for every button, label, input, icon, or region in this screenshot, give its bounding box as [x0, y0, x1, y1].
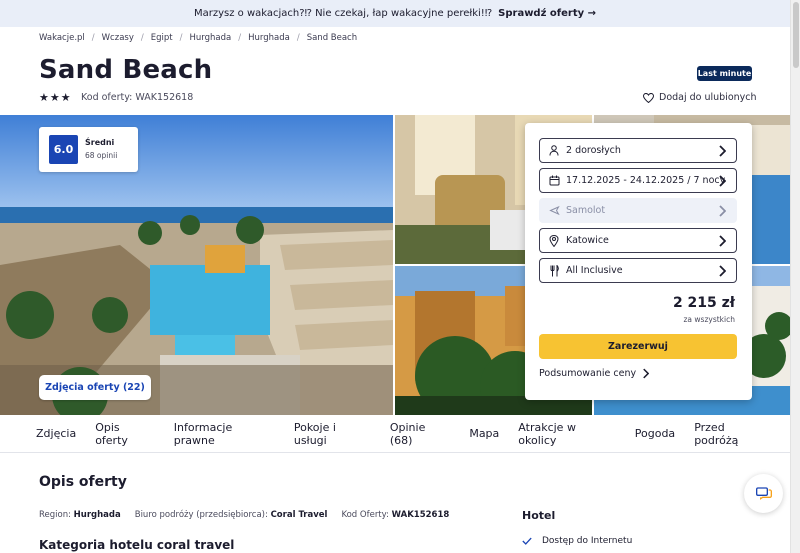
- rating-score: 6.0: [49, 135, 78, 164]
- departure-value: Katowice: [566, 235, 609, 246]
- hotel-section-title: Hotel: [522, 509, 556, 522]
- code-value: WAK152618: [391, 510, 450, 520]
- promo-text: Marzysz o wakacjach?⁉ Nie czekaj, łap wa…: [194, 8, 493, 19]
- board-select[interactable]: All Inclusive: [539, 258, 737, 283]
- price-note: za wszystkich: [683, 315, 736, 324]
- page-scrollbar[interactable]: [790, 0, 800, 553]
- agency-value: Coral Travel: [270, 510, 328, 520]
- offer-code: Kod oferty: WAK152618: [81, 92, 194, 103]
- chat-icon: [755, 486, 772, 500]
- location-pin-icon: [548, 234, 560, 247]
- reserve-button[interactable]: Zarezerwuj: [539, 334, 737, 359]
- price-total: 2 215 zł: [672, 295, 735, 311]
- tab-map[interactable]: Mapa: [469, 427, 499, 440]
- breadcrumb-item[interactable]: Wczasy: [102, 33, 134, 43]
- hotel-feature: Dostęp do Internetu: [522, 536, 632, 546]
- code-label: Kod Oferty:: [341, 510, 389, 520]
- promo-cta-link[interactable]: Sprawdź oferty →: [498, 8, 596, 19]
- calendar-icon: [548, 175, 560, 186]
- chevron-right-icon: [719, 205, 726, 217]
- chevron-right-icon: [643, 368, 650, 379]
- page-title: Sand Beach: [39, 55, 213, 85]
- rating-opinions[interactable]: 68 opinii: [85, 151, 117, 160]
- promo-banner[interactable]: Marzysz o wakacjach?⁉ Nie czekaj, łap wa…: [0, 0, 790, 27]
- breadcrumb: Wakacje.pl / Wczasy / Egipt / Hurghada / Hur…: [39, 33, 358, 43]
- booking-panel: 2 dorosłych 17.12.2025 - 24.12.2025 / 7 …: [525, 123, 752, 400]
- chevron-right-icon: [719, 175, 726, 187]
- person-icon: [548, 145, 560, 156]
- chevron-right-icon: [719, 235, 726, 247]
- heart-icon: [643, 92, 654, 103]
- tab-description[interactable]: Opis oferty: [95, 421, 155, 447]
- offer-meta: Region: Hurghada Biuro podróży (przedsię…: [39, 510, 449, 520]
- agency-label: Biuro podróży (przedsiębiorca):: [134, 510, 268, 520]
- transport-value: Samolot: [566, 205, 606, 216]
- chat-button[interactable]: [744, 474, 783, 513]
- tab-opinions[interactable]: Opinie (68): [390, 421, 450, 447]
- scrollbar-thumb[interactable]: [793, 2, 799, 68]
- cutlery-icon: [548, 264, 560, 277]
- favorite-label: Dodaj do ulubionych: [659, 92, 757, 103]
- rating-label: Średni: [85, 138, 115, 147]
- check-icon: [522, 537, 532, 545]
- breadcrumb-item[interactable]: Wakacje.pl: [39, 33, 85, 43]
- persons-value: 2 dorosłych: [566, 145, 621, 156]
- tab-photos[interactable]: Zdjęcia: [36, 427, 76, 440]
- tab-rooms[interactable]: Pokoje i usługi: [294, 421, 371, 447]
- category-title: Kategoria hotelu coral travel: [39, 538, 235, 552]
- price-summary-link[interactable]: Podsumowanie ceny: [539, 368, 650, 379]
- star-rating: ★★★: [39, 91, 72, 104]
- section-tabs: Zdjęcia Opis oferty Informacje prawne Po…: [0, 415, 790, 453]
- tab-attractions[interactable]: Atrakcje w okolicy: [518, 421, 615, 447]
- breadcrumb-item[interactable]: Hurghada: [248, 33, 290, 43]
- photos-button[interactable]: Zdjęcia oferty (22): [39, 375, 151, 400]
- chevron-right-icon: [719, 265, 726, 277]
- departure-select[interactable]: Katowice: [539, 228, 737, 253]
- rating-card: 6.0 Średni 68 opinii: [39, 127, 138, 172]
- last-minute-badge: Last minute: [697, 66, 752, 81]
- plane-icon: [548, 205, 560, 216]
- breadcrumb-item[interactable]: Egipt: [151, 33, 173, 43]
- transport-select: Samolot: [539, 198, 737, 223]
- chevron-right-icon: [719, 145, 726, 157]
- persons-select[interactable]: 2 dorosłych: [539, 138, 737, 163]
- region-value: Hurghada: [73, 510, 121, 520]
- feature-label: Dostęp do Internetu: [542, 536, 633, 546]
- board-value: All Inclusive: [566, 265, 623, 276]
- dates-value: 17.12.2025 - 24.12.2025 / 7 nocy: [566, 175, 726, 186]
- breadcrumb-item[interactable]: Hurghada: [189, 33, 231, 43]
- price-summary-label: Podsumowanie ceny: [539, 368, 637, 379]
- tab-before-trip[interactable]: Przed podróżą: [694, 421, 771, 447]
- tab-weather[interactable]: Pogoda: [635, 427, 675, 440]
- dates-select[interactable]: 17.12.2025 - 24.12.2025 / 7 nocy: [539, 168, 737, 193]
- breadcrumb-current: Sand Beach: [306, 33, 358, 43]
- tab-legal[interactable]: Informacje prawne: [174, 421, 275, 447]
- description-title: Opis oferty: [39, 474, 127, 490]
- region-label: Region:: [39, 510, 71, 520]
- add-favorite-button[interactable]: Dodaj do ulubionych: [643, 92, 757, 103]
